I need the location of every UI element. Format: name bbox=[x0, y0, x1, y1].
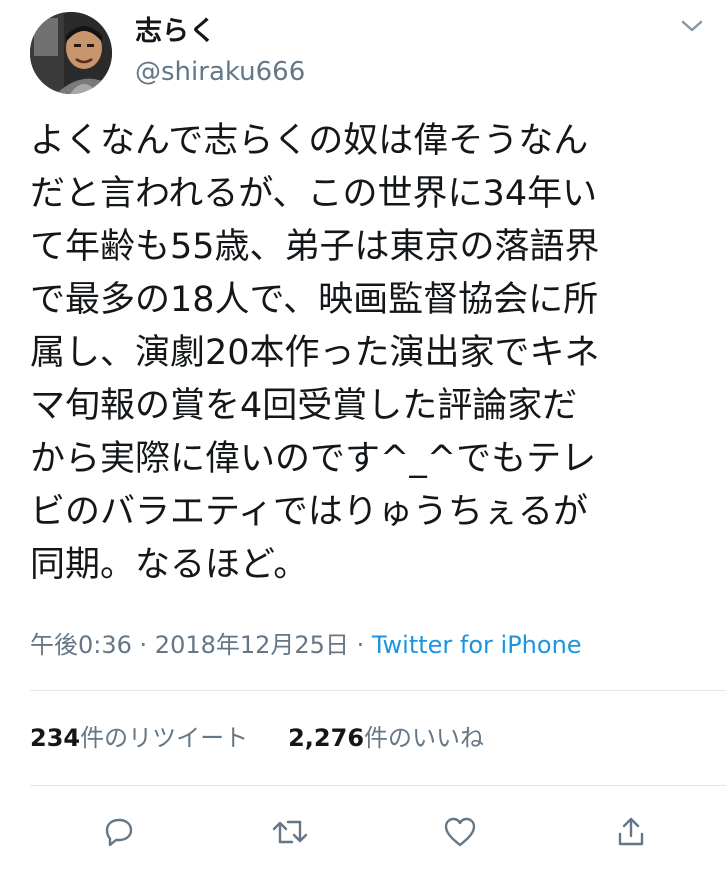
share-icon[interactable] bbox=[609, 810, 653, 854]
meta-separator: · bbox=[131, 631, 155, 659]
avatar-image bbox=[30, 12, 112, 94]
retweets-stat[interactable]: 234件のリツイート bbox=[30, 718, 248, 758]
tweet-date: 2018年12月25日 bbox=[154, 631, 349, 659]
tweet-source-link[interactable]: Twitter for iPhone bbox=[372, 631, 582, 659]
user-handle[interactable]: @shiraku666 bbox=[135, 55, 305, 89]
likes-stat[interactable]: 2,276件のいいね bbox=[288, 718, 484, 758]
meta-separator: · bbox=[348, 631, 372, 659]
avatar[interactable] bbox=[30, 12, 112, 94]
tweet-time: 午後0:36 bbox=[30, 631, 132, 659]
heart-icon[interactable] bbox=[438, 810, 482, 854]
retweets-label: 件のリツイート bbox=[80, 724, 249, 752]
chevron-down-icon[interactable] bbox=[676, 14, 708, 38]
display-name[interactable]: 志らく bbox=[135, 14, 216, 50]
reply-icon[interactable] bbox=[97, 810, 141, 854]
tweet-header: 志らく @shiraku666 bbox=[0, 0, 726, 100]
tweet-stats: 234件のリツイート 2,276件のいいね bbox=[30, 718, 524, 758]
tweet-meta: 午後0:36 · 2018年12月25日 · Twitter for iPhon… bbox=[30, 625, 582, 665]
retweets-count: 234 bbox=[30, 724, 81, 752]
retweet-icon[interactable] bbox=[268, 810, 312, 854]
likes-count: 2,276 bbox=[288, 724, 365, 752]
tweet-text: よくなんで志らくの奴は偉そうなん だと言われるが、この世界に34年い て年齢も5… bbox=[30, 121, 600, 585]
divider bbox=[30, 785, 726, 786]
divider bbox=[30, 690, 726, 691]
tweet-actions bbox=[0, 800, 726, 860]
likes-label: 件のいいね bbox=[364, 724, 485, 752]
